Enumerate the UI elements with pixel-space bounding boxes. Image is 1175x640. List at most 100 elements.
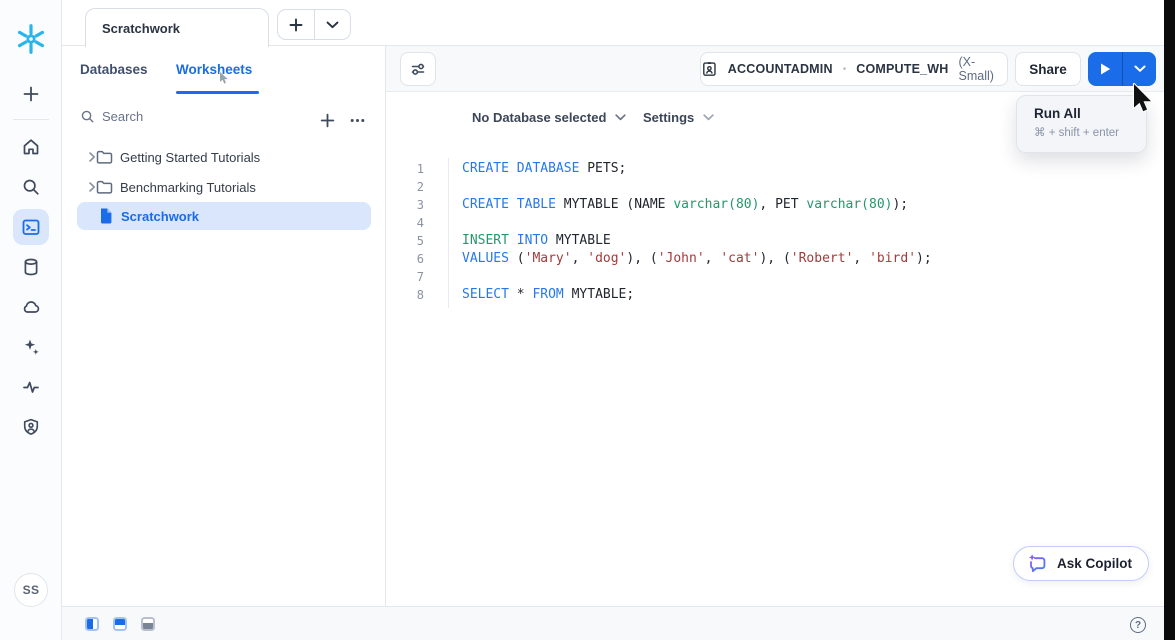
worksheet-tree: Getting Started Tutorials Benchmarking T…: [62, 142, 386, 230]
tree-folder-getting-started[interactable]: Getting Started Tutorials: [62, 142, 386, 172]
screen-edge-strip: [1164, 0, 1175, 640]
sidebar-item-data[interactable]: [13, 249, 49, 285]
ellipsis-icon: [349, 112, 366, 129]
sidebar-new-button[interactable]: [13, 76, 49, 112]
warehouse-name: COMPUTE_WH: [856, 62, 948, 76]
ask-copilot-button[interactable]: Ask Copilot: [1013, 546, 1149, 581]
run-all-shortcut: ⌘ + shift + enter: [1034, 125, 1146, 139]
sidebar-item-worksheets[interactable]: [13, 209, 49, 245]
tab-scratchwork[interactable]: Scratchwork: [85, 8, 269, 47]
sidebar-item-home[interactable]: [13, 129, 49, 165]
line-number: 3: [386, 196, 436, 214]
tree-item-label: Getting Started Tutorials: [120, 150, 260, 165]
more-options-button[interactable]: [345, 108, 369, 132]
chevron-down-icon: [326, 21, 339, 29]
pulse-icon: [21, 377, 41, 397]
run-all-menu[interactable]: Run All ⌘ + shift + enter: [1016, 95, 1147, 153]
code-line[interactable]: 5 INSERT INTO MYTABLE: [386, 232, 1164, 250]
context-selector[interactable]: ACCOUNTADMIN • COMPUTE_WH (X-Small): [700, 52, 1008, 86]
line-code: CREATE DATABASE PETS;: [462, 160, 626, 178]
user-avatar[interactable]: SS: [14, 573, 48, 607]
panel-search-row: Search: [62, 106, 386, 134]
line-number: 2: [386, 178, 436, 196]
copilot-icon: [1027, 553, 1048, 574]
layout-toggles: [85, 617, 155, 631]
run-button[interactable]: [1088, 52, 1122, 86]
code-lines: 1 CREATE DATABASE PETS; 23 CREATE TABLE MYT…: [386, 160, 1164, 304]
line-number: 4: [386, 214, 436, 232]
code-line[interactable]: 4: [386, 214, 1164, 232]
code-line[interactable]: 1 CREATE DATABASE PETS;: [386, 160, 1164, 178]
statusbar: ?: [62, 606, 1164, 640]
file-icon: [98, 207, 114, 225]
settings-label: Settings: [643, 110, 694, 125]
sidebar-item-marketplace[interactable]: [13, 289, 49, 325]
line-code: INSERT INTO MYTABLE: [462, 232, 611, 250]
tree-item-scratchwork-selected[interactable]: Scratchwork: [77, 202, 371, 230]
snowflake-logo-icon: [14, 22, 48, 56]
sidebar-item-admin[interactable]: [13, 409, 49, 445]
share-button[interactable]: Share: [1015, 52, 1081, 86]
play-icon: [1100, 63, 1111, 75]
role-badge-icon: [701, 60, 718, 78]
line-number: 6: [386, 250, 436, 268]
search-icon: [21, 177, 41, 197]
warehouse-size: (X-Small): [959, 55, 1008, 83]
database-icon: [21, 257, 41, 277]
tab-list-button[interactable]: [314, 10, 350, 39]
sidebar-divider: [13, 119, 49, 120]
worksheets-panel: Databases Worksheets Search Getting Star…: [62, 46, 386, 606]
folder-icon: [95, 148, 113, 166]
sidebar-item-activity[interactable]: [13, 369, 49, 405]
search-input[interactable]: Search: [80, 109, 143, 124]
tab-label: Scratchwork: [102, 21, 180, 36]
tree-folder-benchmarking[interactable]: Benchmarking Tutorials: [62, 172, 386, 202]
help-button[interactable]: ?: [1130, 617, 1146, 633]
code-line[interactable]: 7: [386, 268, 1164, 286]
new-tab-button[interactable]: [278, 10, 314, 39]
sliders-icon: [408, 59, 428, 79]
small-hand-cursor: [217, 71, 231, 86]
sidebar-item-ai-ml[interactable]: [13, 329, 49, 365]
role-name: ACCOUNTADMIN: [728, 62, 833, 76]
panel-tab-worksheets[interactable]: Worksheets: [176, 62, 252, 77]
add-worksheet-button[interactable]: [315, 108, 339, 132]
line-number: 8: [386, 286, 436, 304]
toggle-editor-panel-button[interactable]: [113, 617, 127, 631]
line-number: 1: [386, 160, 436, 178]
worksheet-main: ACCOUNTADMIN • COMPUTE_WH (X-Small) Shar…: [386, 46, 1164, 606]
line-code: CREATE TABLE MYTABLE (NAME varchar(80), …: [462, 196, 908, 214]
sql-editor[interactable]: 1 CREATE DATABASE PETS; 23 CREATE TABLE MYT…: [386, 160, 1164, 304]
database-selector-label: No Database selected: [472, 110, 606, 125]
database-selector[interactable]: No Database selected: [472, 110, 626, 125]
run-options-button[interactable]: [1122, 52, 1156, 86]
sparkles-icon: [21, 337, 41, 357]
toggle-left-panel-button[interactable]: [85, 617, 99, 631]
run-split-button: [1088, 52, 1156, 86]
code-line[interactable]: 2: [386, 178, 1164, 196]
worksheet-options-button[interactable]: [400, 52, 436, 86]
snowsight-app: SS Scratchwork Databases Worksheets Sear…: [0, 0, 1175, 640]
code-line[interactable]: 6VALUES ('Mary', 'dog'), ('John', 'cat')…: [386, 250, 1164, 268]
sidebar-item-search[interactable]: [13, 169, 49, 205]
help-glyph: ?: [1135, 620, 1141, 631]
toggle-results-panel-button[interactable]: [141, 617, 155, 631]
worksheet-tabbar: Scratchwork: [62, 0, 1164, 46]
code-line[interactable]: 8SELECT * FROM MYTABLE;: [386, 286, 1164, 304]
chevron-down-icon: [703, 114, 714, 121]
search-icon: [80, 109, 95, 124]
tree-item-label: Scratchwork: [121, 209, 199, 224]
chevron-down-icon: [615, 114, 626, 121]
ask-copilot-label: Ask Copilot: [1057, 556, 1132, 571]
context-separator: •: [843, 64, 847, 75]
code-line[interactable]: 3 CREATE TABLE MYTABLE (NAME varchar(80),…: [386, 196, 1164, 214]
chevron-down-icon: [1134, 65, 1146, 73]
search-placeholder: Search: [102, 109, 143, 124]
mouse-cursor: [1130, 82, 1160, 116]
home-icon: [21, 137, 41, 157]
settings-menu[interactable]: Settings: [643, 110, 714, 125]
terminal-icon: [21, 217, 41, 237]
line-number: 5: [386, 232, 436, 250]
plus-icon: [21, 84, 41, 104]
panel-tab-databases[interactable]: Databases: [80, 62, 148, 77]
